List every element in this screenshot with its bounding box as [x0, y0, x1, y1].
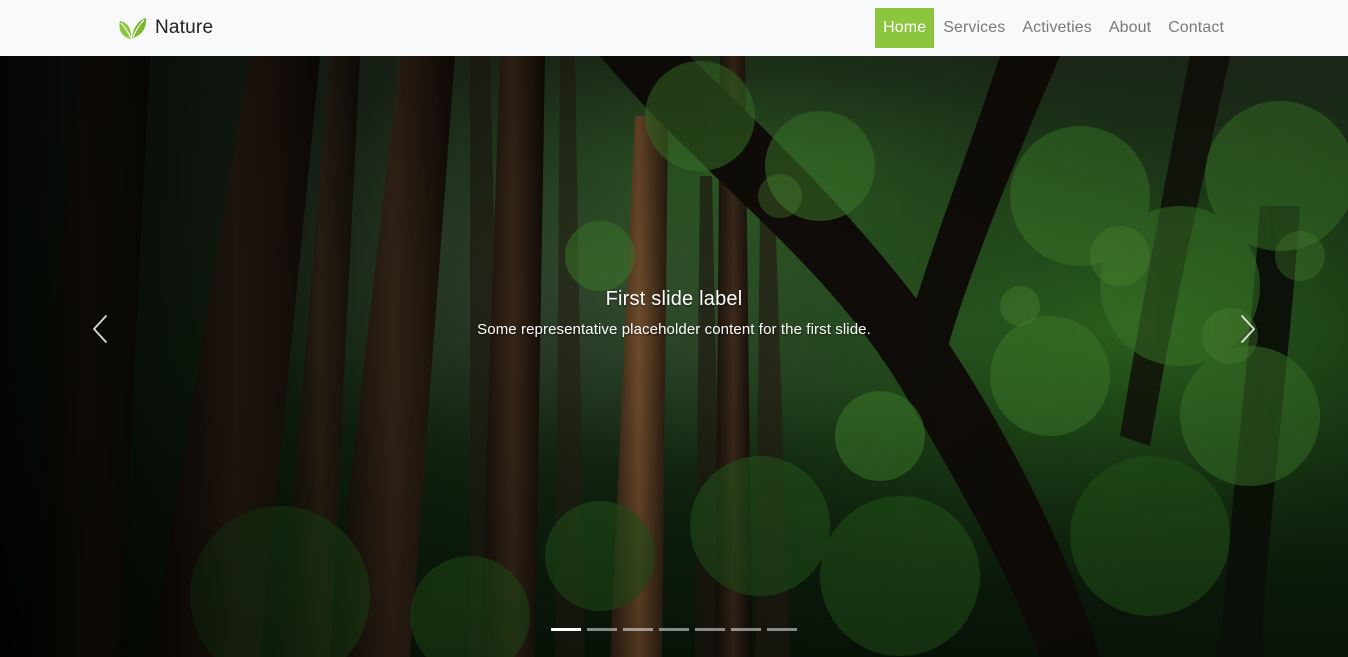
chevron-right-icon	[1241, 315, 1255, 343]
nav-item-home: Home	[874, 8, 935, 48]
leaf-icon	[119, 18, 147, 39]
image-overlay	[0, 56, 1348, 657]
indicator-1[interactable]	[551, 628, 581, 631]
nav-item-about: About	[1100, 8, 1159, 48]
nav-item-activeties: Activeties	[1013, 8, 1099, 48]
carousel-indicators	[0, 628, 1348, 631]
slide-title: First slide label	[605, 288, 743, 310]
slide-caption: First slide label Some representative pl…	[0, 288, 1348, 338]
nav-link-services[interactable]: Services	[935, 8, 1013, 48]
indicator-5[interactable]	[695, 628, 725, 631]
hero-carousel: First slide label Some representative pl…	[0, 56, 1348, 657]
chevron-left-icon	[93, 315, 107, 343]
indicator-3[interactable]	[623, 628, 653, 631]
brand-name: Nature	[155, 17, 214, 38]
navbar: Nature Home Services Activeties About Co…	[0, 0, 1348, 56]
indicator-2[interactable]	[587, 628, 617, 631]
indicator-6[interactable]	[731, 628, 761, 631]
slide-text: Some representative placeholder content …	[477, 321, 871, 338]
nav-link-about[interactable]: About	[1101, 8, 1159, 48]
carousel-prev-button[interactable]	[70, 301, 130, 357]
nav-menu: Home Services Activeties About Contact	[874, 8, 1232, 48]
nav-link-contact[interactable]: Contact	[1160, 8, 1232, 48]
nav-link-home[interactable]: Home	[875, 8, 935, 48]
nav-link-activeties[interactable]: Activeties	[1014, 8, 1099, 48]
brand-link[interactable]: Nature	[117, 14, 213, 42]
indicator-4[interactable]	[659, 628, 689, 631]
carousel-next-button[interactable]	[1218, 301, 1278, 357]
nav-item-contact: Contact	[1159, 8, 1232, 48]
nav-item-services: Services	[934, 8, 1013, 48]
indicator-7[interactable]	[767, 628, 797, 631]
